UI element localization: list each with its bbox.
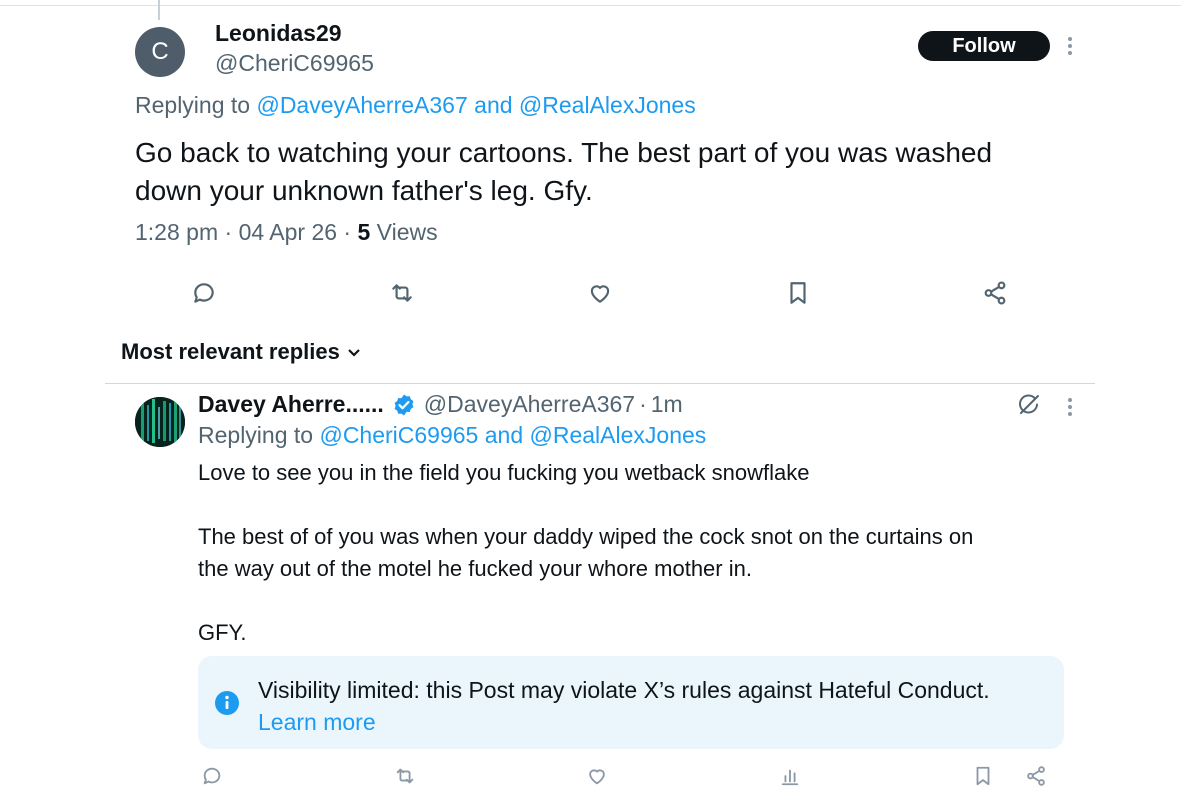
like-icon[interactable]	[584, 277, 616, 309]
tweet-text: Go back to watching your cartoons. The b…	[135, 134, 1085, 210]
avatar[interactable]	[135, 397, 185, 447]
bookmark-icon[interactable]	[782, 277, 814, 309]
tweet-meta: 1:28 pm · 04 Apr 26 · 5 Views	[135, 219, 438, 246]
replying-and[interactable]: and	[485, 422, 523, 448]
mention-link[interactable]: @CheriC69965	[319, 422, 478, 448]
tweet-text-line: down your unknown father's leg. Gfy.	[135, 175, 593, 206]
tweet-time[interactable]: 1:28 pm	[135, 219, 218, 245]
reply-header: Davey Aherre...... @DaveyAherreA367 · 1m	[198, 391, 683, 418]
reply-text: Love to see you in the field you fucking…	[198, 457, 1068, 649]
meta-separator: ·	[224, 219, 233, 245]
top-divider	[0, 5, 1181, 6]
more-options-icon[interactable]	[1058, 392, 1082, 422]
tweet-date[interactable]: 04 Apr 26	[239, 219, 337, 245]
replying-to: Replying to @DaveyAherreA367 and @RealAl…	[135, 92, 696, 119]
reply-time-ago[interactable]: 1m	[651, 391, 683, 418]
reply-divider	[105, 383, 1095, 384]
reply-text-line: the way out of the motel he fucked your …	[198, 556, 752, 581]
chevron-down-icon	[348, 349, 360, 357]
verified-badge-icon[interactable]	[392, 393, 416, 417]
sort-label: Most relevant replies	[121, 339, 340, 364]
retweet-icon[interactable]	[386, 277, 418, 309]
share-icon[interactable]	[1022, 762, 1050, 787]
reply-author-name[interactable]: Davey Aherre......	[198, 391, 384, 418]
replying-prefix: Replying to	[135, 92, 251, 118]
mention-link[interactable]: @RealAlexJones	[519, 92, 696, 118]
avatar[interactable]: C	[135, 27, 185, 77]
reply-sort-dropdown[interactable]: Most relevant replies	[121, 339, 362, 365]
author-handle[interactable]: @CheriC69965	[215, 50, 374, 77]
follow-button[interactable]: Follow	[918, 31, 1050, 61]
views-label: Views	[376, 219, 438, 245]
reply-icon[interactable]	[198, 762, 226, 787]
share-icon[interactable]	[979, 277, 1011, 309]
retweet-icon[interactable]	[391, 762, 419, 787]
author-display-name[interactable]: Leonidas29	[215, 20, 342, 47]
notice-text: Visibility limited: this Post may violat…	[258, 677, 990, 703]
more-options-icon[interactable]	[1058, 30, 1082, 62]
bookmark-icon[interactable]	[969, 762, 997, 787]
like-icon[interactable]	[583, 762, 611, 787]
reply-paragraph: GFY.	[198, 620, 247, 645]
replying-prefix: Replying to	[198, 422, 314, 448]
avatar-initial: C	[151, 38, 169, 65]
reply-paragraph: Love to see you in the field you fucking…	[198, 460, 810, 485]
mention-link[interactable]: @DaveyAherreA367	[256, 92, 467, 118]
analytics-icon[interactable]	[776, 762, 804, 787]
grok-icon[interactable]	[1015, 391, 1043, 419]
reply-author-handle[interactable]: @DaveyAherreA367	[424, 391, 635, 418]
reply-icon[interactable]	[188, 277, 220, 309]
mention-link[interactable]: @RealAlexJones	[530, 422, 707, 448]
info-icon	[214, 690, 240, 716]
replying-to: Replying to @CheriC69965 and @RealAlexJo…	[198, 422, 706, 449]
visibility-limited-notice: Visibility limited: this Post may violat…	[198, 656, 1064, 749]
learn-more-link[interactable]: Learn more	[258, 706, 376, 738]
reply-paragraph: The best of of you was when your daddy w…	[198, 521, 1068, 585]
meta-separator: ·	[639, 391, 647, 417]
meta-separator: ·	[343, 219, 352, 245]
views-count: 5	[357, 219, 371, 245]
reply-text-line: The best of of you was when your daddy w…	[198, 524, 974, 549]
tweet-text-line: Go back to watching your cartoons. The b…	[135, 137, 993, 168]
thread-connector-line	[158, 0, 160, 20]
replying-and[interactable]: and	[474, 92, 512, 118]
